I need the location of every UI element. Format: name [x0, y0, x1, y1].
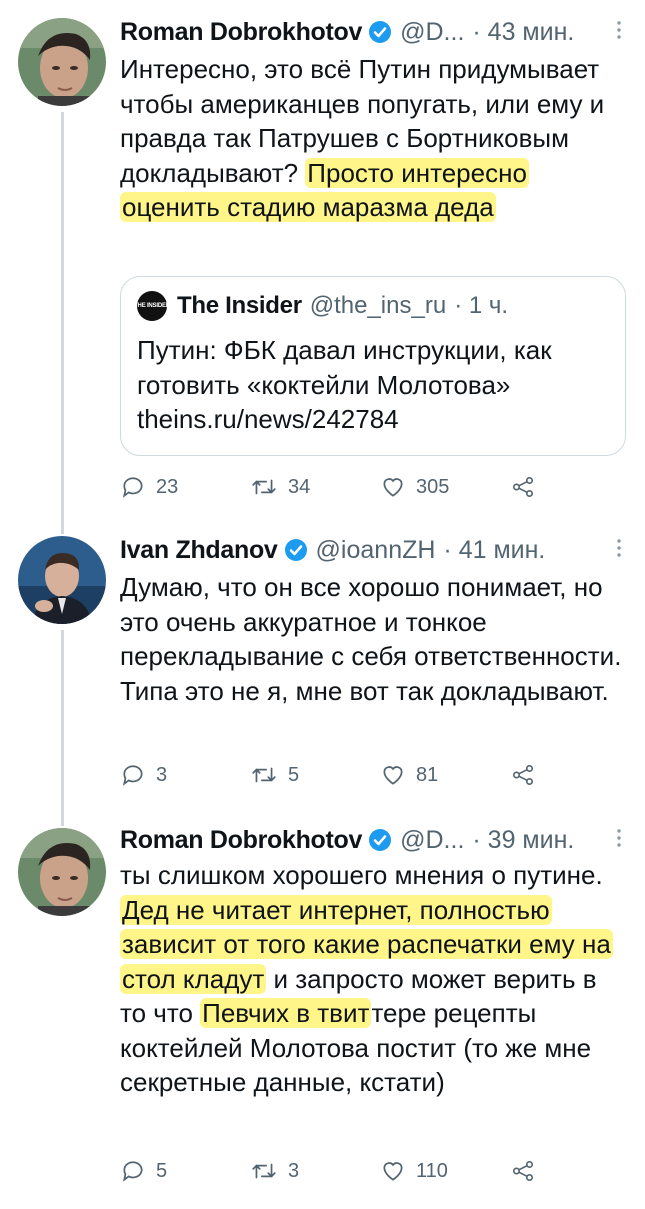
- avatar[interactable]: [18, 18, 106, 106]
- thread-line: [61, 820, 64, 826]
- reply-icon: [123, 477, 143, 498]
- author-name[interactable]: Roman Dobrokhotov: [120, 18, 362, 47]
- retweet-button[interactable]: 3: [250, 1158, 380, 1184]
- retweet-icon: [252, 479, 276, 495]
- verified-badge-icon: [284, 538, 308, 562]
- tweet-text: ты слишком хорошего мнения о путине. Дед…: [120, 858, 625, 1100]
- tweet-text: Интересно, это всё Путин придумывает что…: [120, 52, 625, 225]
- like-button[interactable]: 81: [380, 762, 510, 788]
- retweet-count: 34: [288, 475, 311, 498]
- like-count: 110: [416, 1159, 448, 1182]
- quote-text: Путин: ФБК давал инструкции, как готовит…: [137, 333, 607, 437]
- tweet-2[interactable]: Ivan Zhdanov @ioannZH · 41 мин. Думаю, ч…: [0, 520, 645, 820]
- share-icon: [512, 764, 534, 786]
- author-name[interactable]: Roman Dobrokhotov: [120, 826, 362, 855]
- like-button[interactable]: 305: [380, 474, 510, 500]
- share-button[interactable]: [510, 762, 550, 788]
- tweet-text-part: ты слишком хорошего мнения о путине.: [120, 860, 603, 890]
- like-button[interactable]: 110: [380, 1158, 510, 1184]
- quote-header: THE INSIDER The Insider @the_ins_ru · 1 …: [134, 291, 509, 321]
- timestamp[interactable]: · 39 мин.: [472, 826, 574, 855]
- verified-badge-icon: [368, 20, 392, 44]
- thread-line: [61, 112, 64, 522]
- reply-count: 3: [156, 763, 168, 786]
- share-icon: [512, 1160, 534, 1182]
- action-bar: 5 3 110: [120, 1156, 550, 1186]
- action-bar: 23 34 305: [120, 472, 550, 502]
- retweet-icon: [252, 767, 276, 783]
- avatar[interactable]: [18, 536, 106, 624]
- retweet-button[interactable]: 34: [250, 474, 380, 500]
- more-icon[interactable]: [615, 18, 623, 49]
- tweet-header: Ivan Zhdanov @ioannZH · 41 мин.: [120, 530, 627, 570]
- reply-count: 5: [156, 1159, 168, 1182]
- thread-line: [61, 520, 64, 534]
- tweet-text: Думаю, что он все хорошо понимает, но эт…: [120, 572, 622, 706]
- tweet-header: Roman Dobrokhotov @D... · 39 мин.: [120, 820, 627, 860]
- quote-link[interactable]: theins.ru/news/242784: [137, 402, 607, 437]
- retweet-count: 3: [288, 1159, 300, 1182]
- tweet-3[interactable]: Roman Dobrokhotov @D... · 39 мин. ты сли…: [0, 820, 645, 1209]
- retweet-button[interactable]: 5: [250, 762, 380, 788]
- timestamp[interactable]: · 43 мин.: [472, 18, 574, 47]
- timestamp[interactable]: · 41 мин.: [443, 536, 545, 565]
- quote-body: Путин: ФБК давал инструкции, как готовит…: [137, 335, 552, 400]
- like-icon: [383, 478, 403, 497]
- author-name[interactable]: Ivan Zhdanov: [120, 536, 278, 565]
- quote-author-name: The Insider: [177, 292, 302, 319]
- avatar[interactable]: [18, 828, 106, 916]
- like-icon: [383, 1162, 403, 1181]
- quote-author-handle: @the_ins_ru: [309, 292, 447, 319]
- reply-button[interactable]: 5: [120, 1158, 250, 1184]
- retweet-count: 5: [288, 763, 300, 786]
- like-count: 81: [416, 763, 439, 786]
- highlighted-text: Певчих в твит: [200, 998, 372, 1028]
- reply-button[interactable]: 3: [120, 762, 250, 788]
- share-icon: [512, 476, 534, 498]
- reply-count: 23: [156, 475, 179, 498]
- like-icon: [383, 766, 403, 785]
- reply-icon: [123, 765, 143, 786]
- action-bar: 3 5 81: [120, 760, 550, 790]
- tweet-header: Roman Dobrokhotov @D... · 43 мин.: [120, 12, 627, 52]
- more-icon[interactable]: [615, 536, 623, 567]
- share-button[interactable]: [510, 1158, 550, 1184]
- reply-icon: [123, 1161, 143, 1182]
- quote-timestamp: · 1 ч.: [454, 292, 509, 319]
- like-count: 305: [416, 475, 450, 498]
- quote-avatar: THE INSIDER: [134, 291, 170, 321]
- more-icon[interactable]: [615, 826, 623, 857]
- tweet-1[interactable]: Roman Dobrokhotov @D... · 43 мин. Интере…: [0, 0, 645, 522]
- retweet-icon: [252, 1163, 276, 1179]
- quoted-tweet[interactable]: THE INSIDER The Insider @the_ins_ru · 1 …: [120, 276, 626, 456]
- reply-button[interactable]: 23: [120, 474, 250, 500]
- author-handle[interactable]: @ioannZH: [316, 536, 436, 565]
- author-handle[interactable]: @D...: [400, 826, 464, 855]
- author-handle[interactable]: @D...: [400, 18, 464, 47]
- thread-line: [61, 630, 64, 820]
- share-button[interactable]: [510, 474, 550, 500]
- verified-badge-icon: [368, 828, 392, 852]
